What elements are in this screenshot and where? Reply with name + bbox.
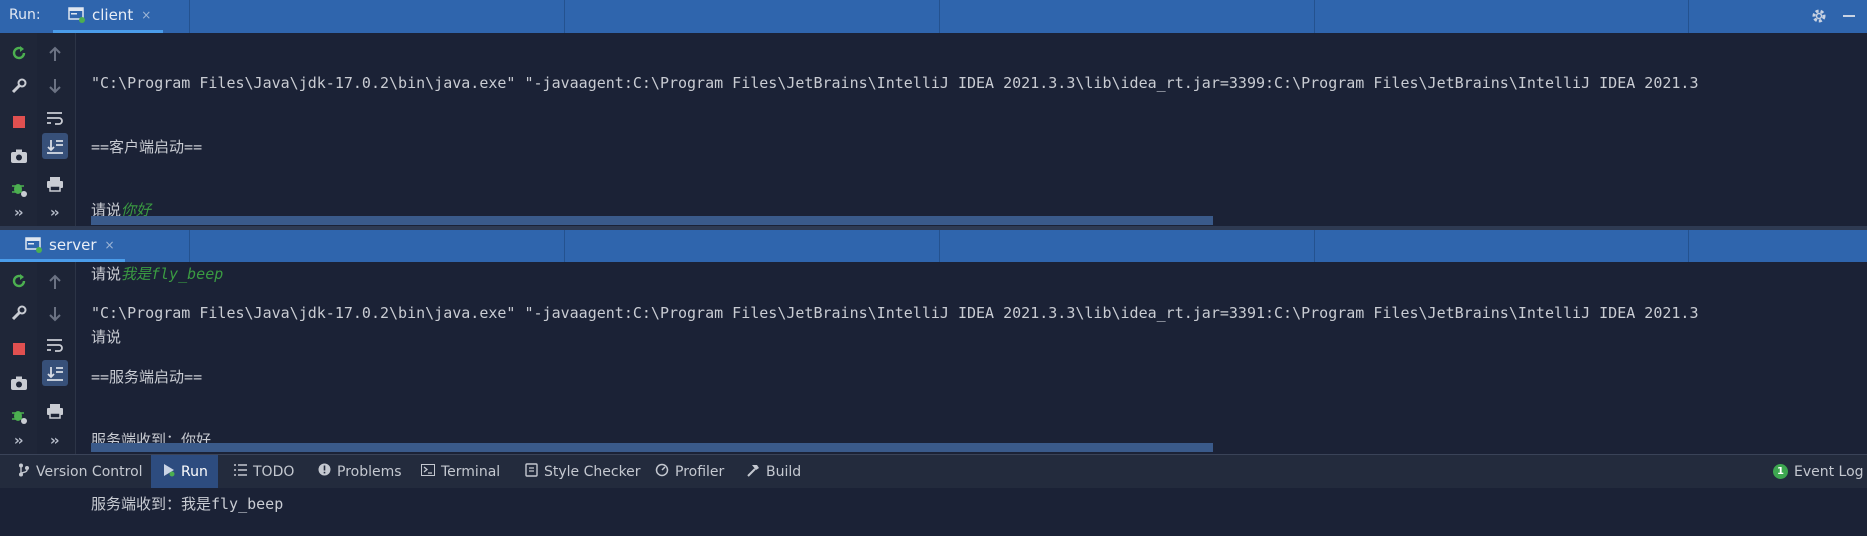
todo-label: TODO [253,463,295,480]
gear-icon[interactable] [1810,7,1828,29]
console-line: ==服务端启动== [91,367,203,386]
event-log-label: Event Log [1794,463,1864,480]
run-tool-button[interactable]: Run [151,455,218,488]
console-line: ==客户端启动== [91,137,203,156]
run-label: Run: [9,7,41,23]
client-action-toolbar: ›› [0,33,37,226]
run-play-icon [163,463,175,481]
version-control-button[interactable]: Version Control [18,455,143,488]
profiler-button[interactable]: Profiler [655,455,724,488]
console-command-line: "C:\Program Files\Java\jdk-17.0.2\bin\ja… [91,304,1699,322]
stop-icon[interactable] [6,109,32,135]
wrench-icon[interactable] [6,300,32,326]
console-line: 服务端收到：我是fly_beep [91,494,284,513]
arrow-up-icon[interactable] [42,41,68,67]
debug-settings-icon[interactable] [6,403,32,429]
tab-server[interactable]: server × [0,230,125,262]
profiler-gauge-icon [655,463,669,481]
console-tab-icon [25,236,43,253]
style-checker-label: Style Checker [544,463,641,480]
more-actions-icon[interactable]: ›› [14,205,23,221]
print-icon[interactable] [42,171,68,197]
arrow-down-icon[interactable] [42,301,68,327]
camera-icon[interactable] [6,370,32,396]
todo-button[interactable]: TODO [234,455,294,488]
stop-icon[interactable] [6,336,32,362]
style-checker-button[interactable]: Style Checker [525,455,641,488]
server-action-toolbar: ›› [0,262,37,454]
problems-button[interactable]: Problems [318,455,402,488]
print-icon[interactable] [42,398,68,424]
problems-label: Problems [337,463,402,480]
console-tab-icon [68,7,86,23]
server-horizontal-scrollbar[interactable] [91,443,1213,452]
scroll-to-end-icon[interactable] [42,133,68,159]
event-log-button[interactable]: 1 Event Log [1773,455,1864,488]
tool-window-bar: Version Control Run TODO Problems Termin… [0,454,1867,488]
tab-client[interactable]: client × [53,0,163,33]
build-label: Build [766,463,802,480]
client-tab-bar: Run: client × [0,0,1867,33]
minimize-icon[interactable] [1843,15,1855,17]
close-icon[interactable]: × [141,8,151,22]
arrow-up-icon[interactable] [42,269,68,295]
more-actions-icon[interactable]: ›› [50,433,59,449]
soft-wrap-icon[interactable] [42,105,68,131]
wrench-icon[interactable] [6,73,32,99]
terminal-button[interactable]: Terminal [421,455,500,488]
hammer-icon [746,463,760,481]
more-actions-icon[interactable]: ›› [14,433,23,449]
terminal-label: Terminal [441,463,501,480]
soft-wrap-icon[interactable] [42,332,68,358]
debug-settings-icon[interactable] [6,176,32,202]
rerun-icon[interactable] [6,268,32,294]
style-checker-icon [525,462,538,481]
scroll-to-end-icon[interactable] [42,360,68,386]
list-icon [234,463,247,480]
event-log-badge: 1 [1773,464,1788,479]
client-output-toolbar: ›› [37,33,76,226]
branch-icon [18,463,30,481]
camera-icon[interactable] [6,143,32,169]
warning-circle-icon [318,463,331,480]
profiler-label: Profiler [675,463,725,480]
close-icon[interactable]: × [104,238,114,252]
run-tool-label: Run [181,463,208,480]
arrow-down-icon[interactable] [42,73,68,99]
server-tab-bar: server × [0,230,1867,262]
tab-server-label: server [49,235,97,254]
client-horizontal-scrollbar[interactable] [91,216,1213,225]
build-button[interactable]: Build [746,455,801,488]
version-control-label: Version Control [36,463,143,480]
server-console-output[interactable]: "C:\Program Files\Java\jdk-17.0.2\bin\ja… [91,264,1867,536]
server-output-toolbar: ›› [37,262,76,454]
more-actions-icon[interactable]: ›› [50,205,59,221]
terminal-icon [421,463,435,480]
rerun-icon[interactable] [6,40,32,66]
tab-client-label: client [92,6,134,24]
console-command-line: "C:\Program Files\Java\jdk-17.0.2\bin\ja… [91,74,1699,92]
